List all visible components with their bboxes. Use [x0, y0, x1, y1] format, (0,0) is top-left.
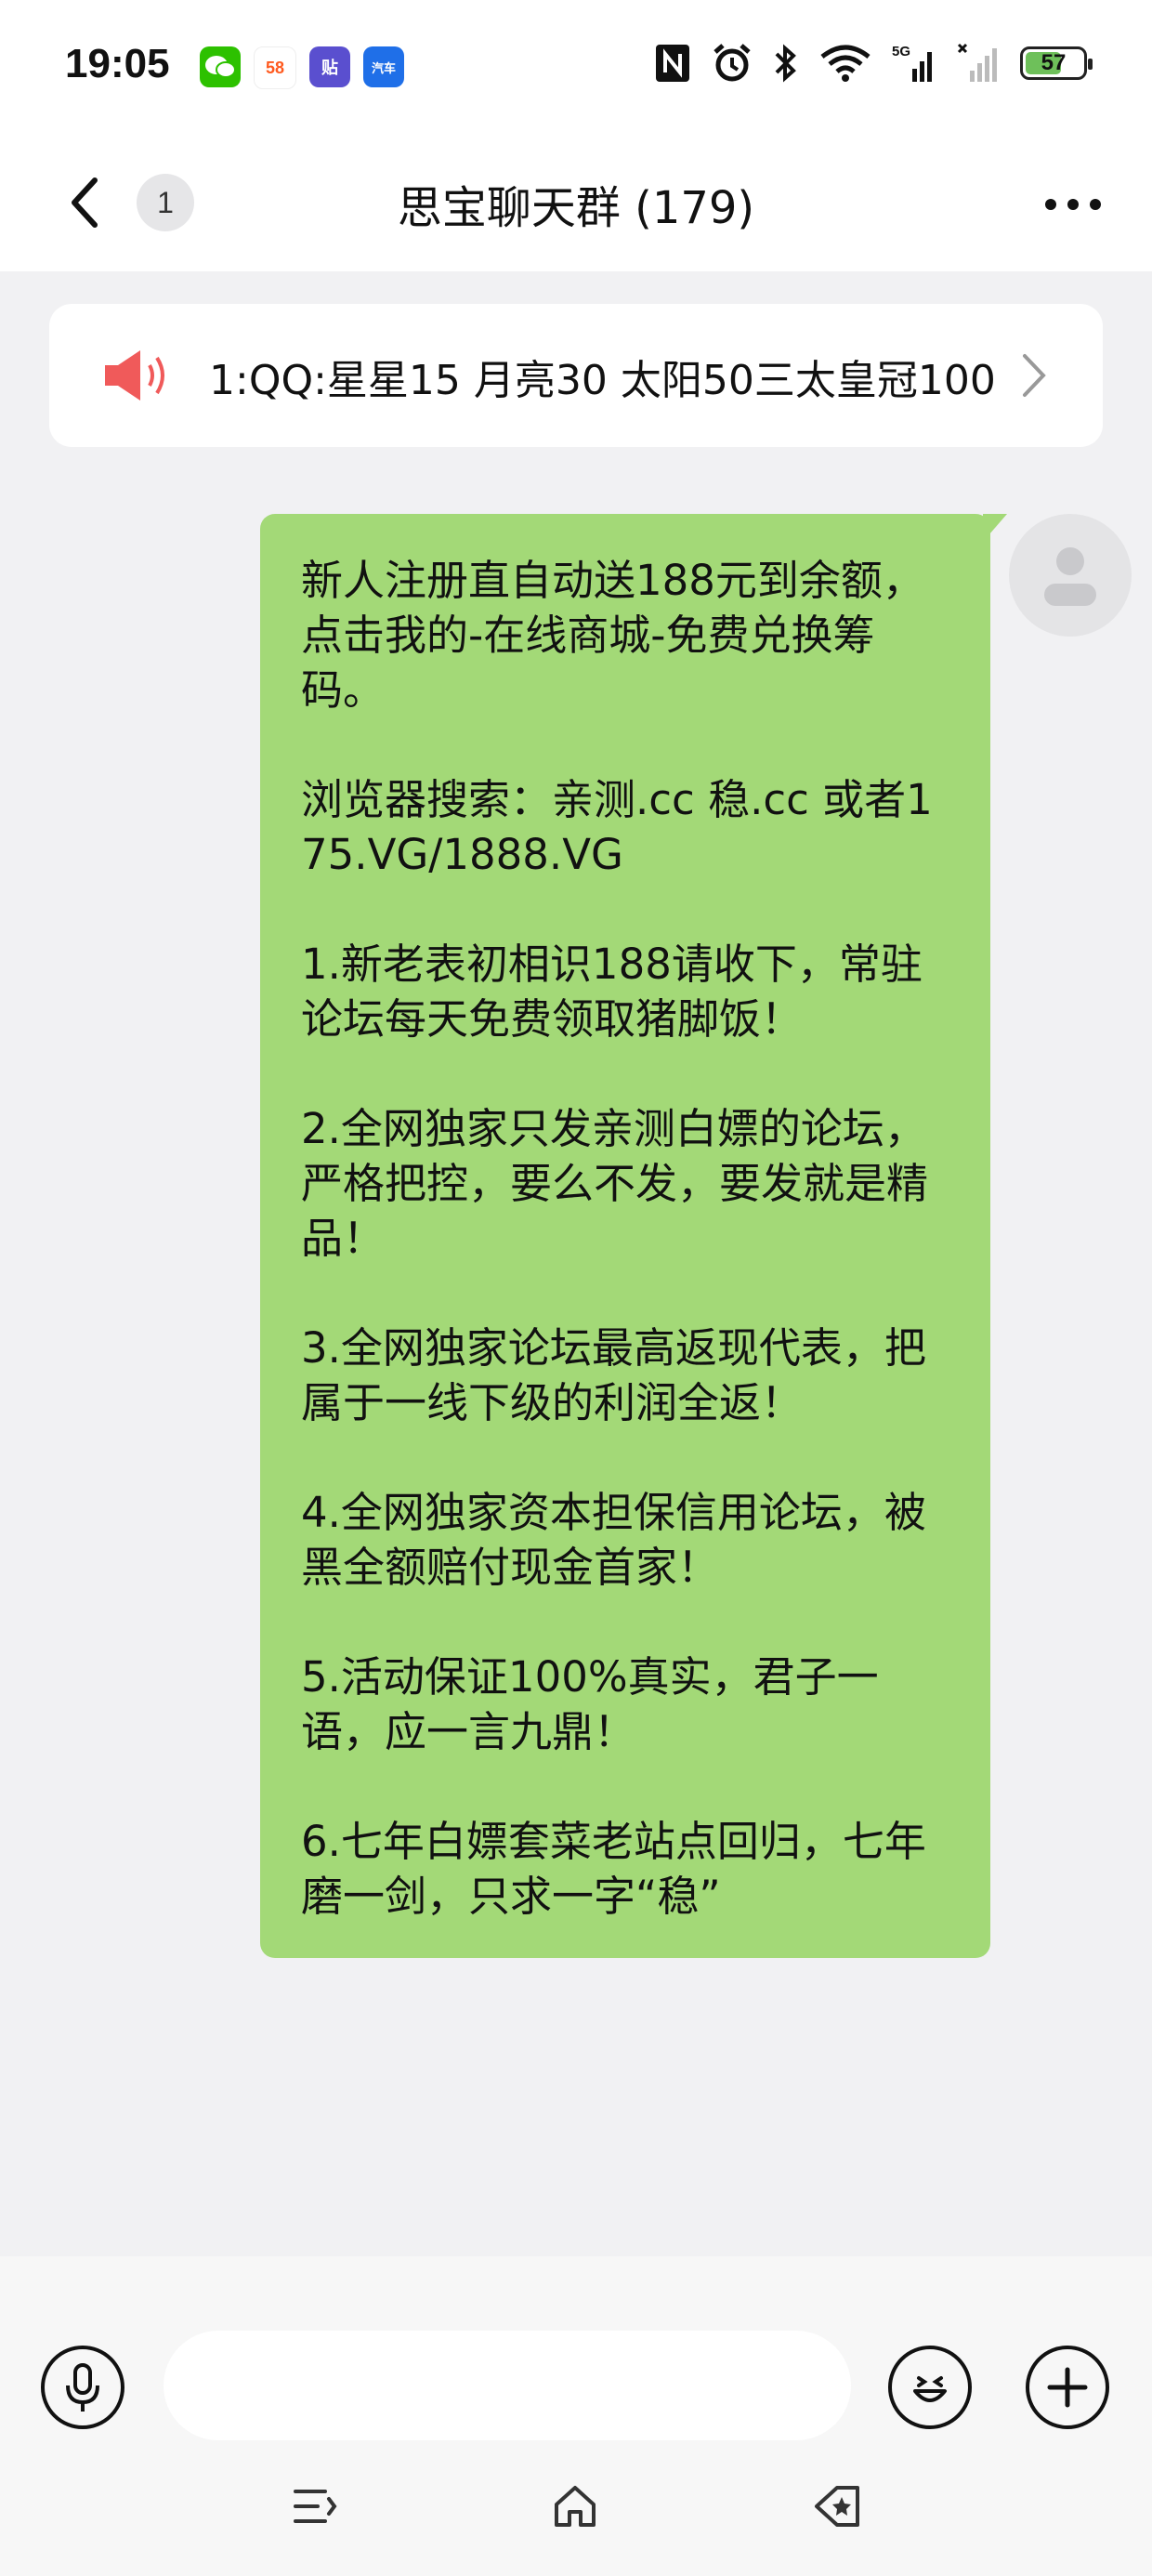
signal-5g-icon: 5G	[892, 44, 932, 82]
battery-icon: 57	[1020, 46, 1093, 80]
input-bar	[0, 2256, 1152, 2442]
microphone-icon	[66, 2363, 99, 2412]
wechat-icon	[200, 46, 241, 87]
signal-no-service-icon	[957, 43, 997, 82]
smile-icon	[913, 2376, 947, 2402]
notification-icons: 58 贴 汽车	[200, 46, 404, 89]
add-attachment-button[interactable]	[1026, 2346, 1109, 2429]
58-app-icon: 58	[254, 46, 296, 89]
emoji-button[interactable]	[888, 2346, 972, 2429]
back-nav-button[interactable]	[805, 2474, 870, 2539]
tieba-app-icon: 贴	[309, 46, 350, 87]
message-input[interactable]	[164, 2331, 851, 2440]
battery-level: 57	[1041, 50, 1067, 75]
more-dots-icon	[1045, 199, 1101, 210]
home-nav-button[interactable]	[543, 2474, 608, 2539]
network-label: 5G	[892, 44, 910, 59]
avatar[interactable]	[1009, 514, 1132, 637]
announcement-banner[interactable]: 1:QQ:星星15 月亮30 太阳50三太皇冠100	[49, 304, 1103, 447]
chat-header: 1 思宝聊天群 (179)	[0, 139, 1152, 271]
more-options-button[interactable]	[1041, 177, 1106, 232]
speaker-icon	[105, 350, 164, 401]
announcement-text: 1:QQ:星星15 月亮30 太阳50三太皇冠100	[209, 357, 996, 404]
home-icon	[555, 2486, 596, 2527]
menu-nav-button[interactable]	[282, 2474, 347, 2539]
alarm-icon	[713, 44, 751, 82]
voice-input-button[interactable]	[41, 2346, 124, 2429]
page-title: 思宝聊天群 (179)	[397, 182, 755, 234]
chevron-right-icon	[1023, 354, 1046, 397]
nfc-icon	[656, 45, 689, 82]
menu-icon	[294, 2490, 337, 2523]
system-nav-bar	[0, 2442, 1152, 2576]
system-icons: 5G 57	[654, 43, 1093, 84]
back-star-icon	[815, 2486, 859, 2527]
bluetooth-icon	[775, 44, 796, 83]
status-bar: 19:05 58 贴 汽车 5G 57	[0, 0, 1152, 139]
default-avatar-icon	[1044, 547, 1096, 606]
bubble-tail	[983, 514, 1007, 542]
message-text: 新人注册直自动送188元到余额，点击我的-在线商城-免费兑换筹码。 浏览器搜索：…	[301, 556, 933, 1921]
autohome-app-icon: 汽车	[363, 46, 404, 87]
plus-icon	[1047, 2367, 1088, 2408]
wifi-icon	[820, 45, 871, 82]
status-time: 19:05	[65, 41, 170, 86]
message-bubble[interactable]: 新人注册直自动送188元到余额，点击我的-在线商城-免费兑换筹码。 浏览器搜索：…	[260, 514, 1007, 1958]
